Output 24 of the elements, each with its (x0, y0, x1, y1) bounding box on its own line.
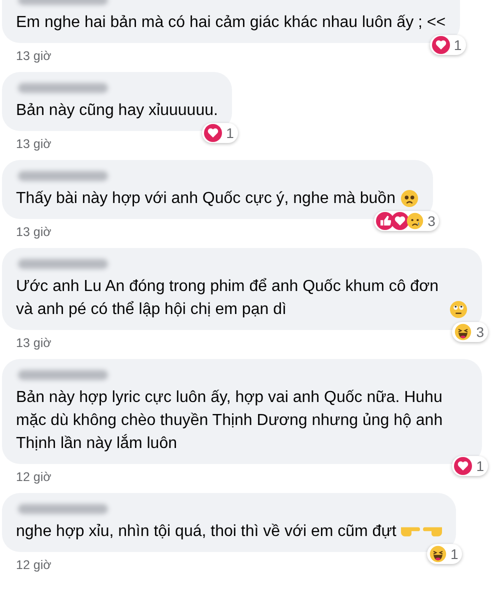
comment-text: nghe hợp xỉu, nhìn tội quá, thoi thì về với em cũm đựt (16, 522, 396, 542)
comment-time[interactable]: 13 giờ (16, 336, 52, 350)
reaction-badge[interactable]: 1 (430, 35, 466, 55)
reaction-count: 1 (450, 546, 458, 562)
comment-time[interactable]: 12 giờ (16, 470, 52, 484)
comment-time[interactable]: 13 giờ (16, 225, 52, 239)
reaction-badge[interactable]: 3 (374, 211, 440, 231)
reaction-count: 3 (476, 324, 484, 340)
comment-text: Bản này cũng hay xỉuuuuuu. (16, 101, 218, 121)
comment-time[interactable]: 13 giờ (16, 137, 52, 151)
comment-time[interactable]: 12 giờ (16, 558, 52, 572)
reaction-count: 1 (476, 458, 484, 474)
reaction-badge[interactable]: 1 (202, 123, 238, 143)
reaction-count: 1 (226, 125, 234, 141)
reaction-count: 3 (428, 213, 436, 229)
comment-text: Em nghe hai bản mà có hai cảm giác khác nhau luôn ấy ; << (16, 13, 446, 33)
comment-text: Thấy bài này hợp với anh Quốc cực ý, nghe mà buồn (16, 189, 396, 209)
comment-time[interactable]: 13 giờ (16, 49, 52, 63)
reaction-badge[interactable]: 1 (426, 544, 462, 564)
comment-text: Ước anh Lu An đóng trong phim để anh Quốc khum cô đơn và anh pé có thể lập hội chị em pạn dì (16, 277, 440, 320)
reaction-badge[interactable]: 3 (452, 322, 488, 342)
reaction-count: 1 (454, 37, 462, 53)
comment-text: Bản này hợp lyric cực luôn ấy, hợp vai anh Quốc nữa. Huhu mặc dù không chèo thuyền Thịnh Dương nhưng ủng hộ anh Thịnh lần này lắm luôn (16, 388, 444, 454)
reaction-badge[interactable]: 1 (452, 456, 488, 476)
